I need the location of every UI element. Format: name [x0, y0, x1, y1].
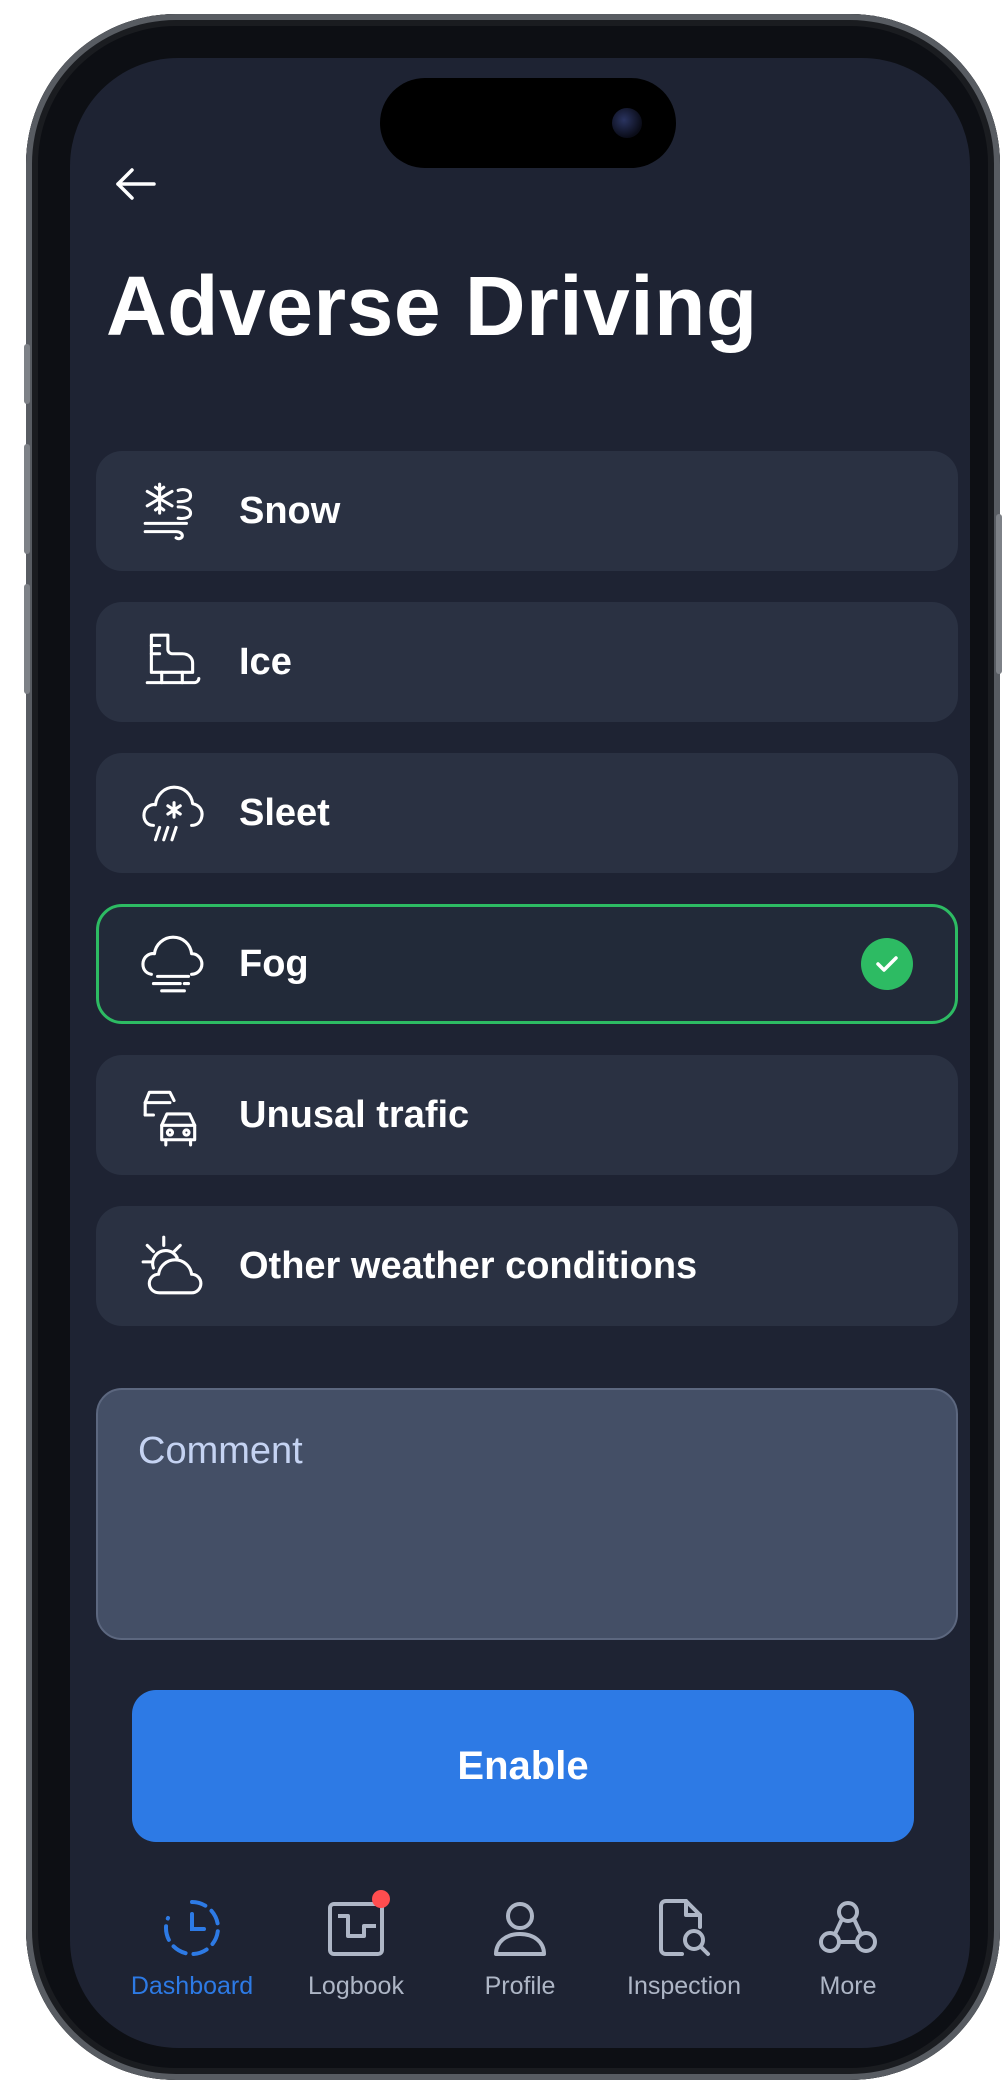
side-button-volume-up	[24, 444, 30, 554]
inspection-document-icon	[644, 1888, 724, 1968]
dashboard-clock-icon	[152, 1888, 232, 1968]
condition-label: Fog	[239, 942, 309, 985]
fog-cloud-icon	[137, 929, 207, 999]
tab-more[interactable]: More	[766, 1888, 930, 2018]
comment-input[interactable]	[96, 1388, 958, 1640]
tab-label: Logbook	[308, 1972, 404, 2000]
condition-item-fog[interactable]: Fog	[96, 904, 958, 1024]
sun-cloud-icon	[137, 1231, 207, 1301]
condition-label: Sleet	[239, 791, 330, 834]
dynamic-island	[380, 78, 676, 168]
selected-check-icon	[861, 938, 913, 990]
condition-item-ice[interactable]: Ice	[96, 602, 958, 722]
condition-label: Other weather conditions	[239, 1244, 698, 1287]
condition-label: Snow	[239, 489, 341, 532]
tab-label: Profile	[484, 1972, 556, 2000]
condition-item-sleet[interactable]: Sleet	[96, 753, 958, 873]
snow-wind-icon	[137, 476, 207, 546]
ice-skate-icon	[137, 627, 207, 697]
condition-item-traffic[interactable]: Unusal trafic	[96, 1055, 958, 1175]
bottom-tab-bar: Dashboard Logbook Profile Inspection Mor…	[110, 1888, 930, 2018]
tab-dashboard[interactable]: Dashboard	[110, 1888, 274, 2018]
side-button-silent	[24, 344, 30, 404]
tab-label: Inspection	[627, 1972, 741, 2000]
more-nodes-icon	[808, 1888, 888, 1968]
condition-item-other-weather[interactable]: Other weather conditions	[96, 1206, 958, 1326]
app-screen: Adverse Driving Snow Ice Sleet Fog Unusa…	[70, 58, 970, 2048]
logbook-badge	[372, 1890, 390, 1908]
logbook-icon	[316, 1888, 396, 1968]
tab-inspection[interactable]: Inspection	[602, 1888, 766, 2018]
profile-user-icon	[480, 1888, 560, 1968]
tab-profile[interactable]: Profile	[438, 1888, 602, 2018]
back-arrow-icon[interactable]	[110, 158, 162, 210]
page-title: Adverse Driving	[106, 259, 758, 353]
tab-label: More	[819, 1972, 877, 2000]
sleet-cloud-icon	[137, 778, 207, 848]
condition-list: Snow Ice Sleet Fog Unusal trafic Other w…	[96, 451, 958, 1357]
enable-button[interactable]: Enable	[132, 1690, 914, 1842]
condition-item-snow[interactable]: Snow	[96, 451, 958, 571]
tab-logbook[interactable]: Logbook	[274, 1888, 438, 2018]
condition-label: Ice	[239, 640, 292, 683]
side-button-volume-down	[24, 584, 30, 694]
side-button-power	[996, 514, 1002, 674]
condition-label: Unusal trafic	[239, 1093, 470, 1136]
traffic-cars-icon	[137, 1080, 207, 1150]
tab-label: Dashboard	[130, 1972, 254, 2000]
